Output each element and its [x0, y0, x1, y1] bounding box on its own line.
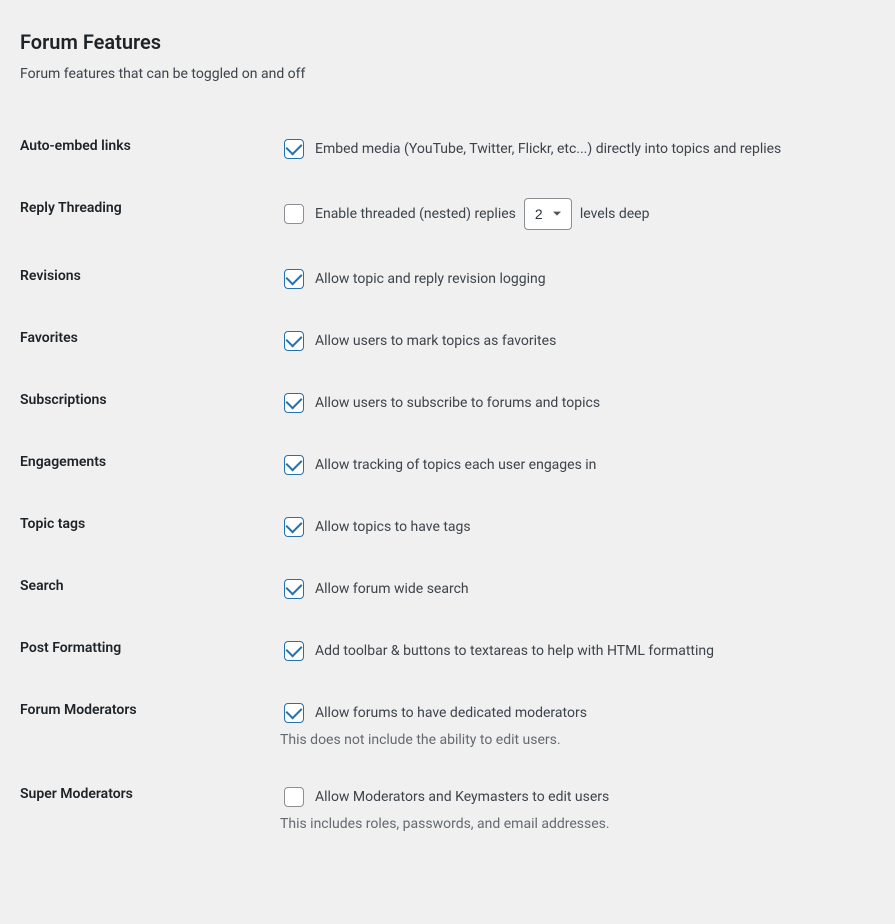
- revisions-checkbox-label[interactable]: Allow topic and reply revision logging: [315, 271, 546, 287]
- row-label-forum-moderators: Forum Moderators: [20, 682, 280, 766]
- row-label-reply-threading: Reply Threading: [20, 180, 280, 248]
- post-formatting-checkbox-label[interactable]: Add toolbar & buttons to textareas to he…: [315, 643, 714, 659]
- row-label-super-moderators: Super Moderators: [20, 766, 280, 850]
- row-label-favorites: Favorites: [20, 310, 280, 372]
- super-moderators-description: This includes roles, passwords, and emai…: [280, 816, 875, 832]
- topic-tags-checkbox[interactable]: [284, 517, 304, 537]
- row-label-engagements: Engagements: [20, 434, 280, 496]
- engagements-checkbox[interactable]: [284, 455, 304, 475]
- forum-features-table: Auto-embed links Embed media (YouTube, T…: [20, 118, 875, 850]
- reply-threading-label-after: levels deep: [580, 206, 650, 222]
- row-label-search: Search: [20, 558, 280, 620]
- auto-embed-checkbox-label[interactable]: Embed media (YouTube, Twitter, Flickr, e…: [315, 141, 781, 157]
- engagements-checkbox-label[interactable]: Allow tracking of topics each user engag…: [315, 457, 596, 473]
- super-moderators-checkbox[interactable]: [284, 787, 304, 807]
- forum-moderators-checkbox[interactable]: [284, 703, 304, 723]
- section-description: Forum features that can be toggled on an…: [20, 66, 875, 82]
- row-label-auto-embed: Auto-embed links: [20, 118, 280, 180]
- section-title: Forum Features: [20, 30, 875, 54]
- row-label-subscriptions: Subscriptions: [20, 372, 280, 434]
- search-checkbox[interactable]: [284, 579, 304, 599]
- super-moderators-checkbox-label[interactable]: Allow Moderators and Keymasters to edit …: [315, 789, 609, 805]
- reply-threading-checkbox[interactable]: [284, 204, 304, 224]
- revisions-checkbox[interactable]: [284, 269, 304, 289]
- subscriptions-checkbox[interactable]: [284, 393, 304, 413]
- subscriptions-checkbox-label[interactable]: Allow users to subscribe to forums and t…: [315, 395, 600, 411]
- row-label-revisions: Revisions: [20, 248, 280, 310]
- search-checkbox-label[interactable]: Allow forum wide search: [315, 581, 469, 597]
- auto-embed-checkbox[interactable]: [284, 139, 304, 159]
- row-label-post-formatting: Post Formatting: [20, 620, 280, 682]
- row-label-topic-tags: Topic tags: [20, 496, 280, 558]
- favorites-checkbox[interactable]: [284, 331, 304, 351]
- post-formatting-checkbox[interactable]: [284, 641, 304, 661]
- reply-threading-levels-select[interactable]: 2: [524, 198, 572, 230]
- topic-tags-checkbox-label[interactable]: Allow topics to have tags: [315, 519, 471, 535]
- favorites-checkbox-label[interactable]: Allow users to mark topics as favorites: [315, 333, 556, 349]
- forum-moderators-checkbox-label[interactable]: Allow forums to have dedicated moderator…: [315, 705, 587, 721]
- reply-threading-label-before[interactable]: Enable threaded (nested) replies: [315, 206, 516, 222]
- forum-moderators-description: This does not include the ability to edi…: [280, 732, 875, 748]
